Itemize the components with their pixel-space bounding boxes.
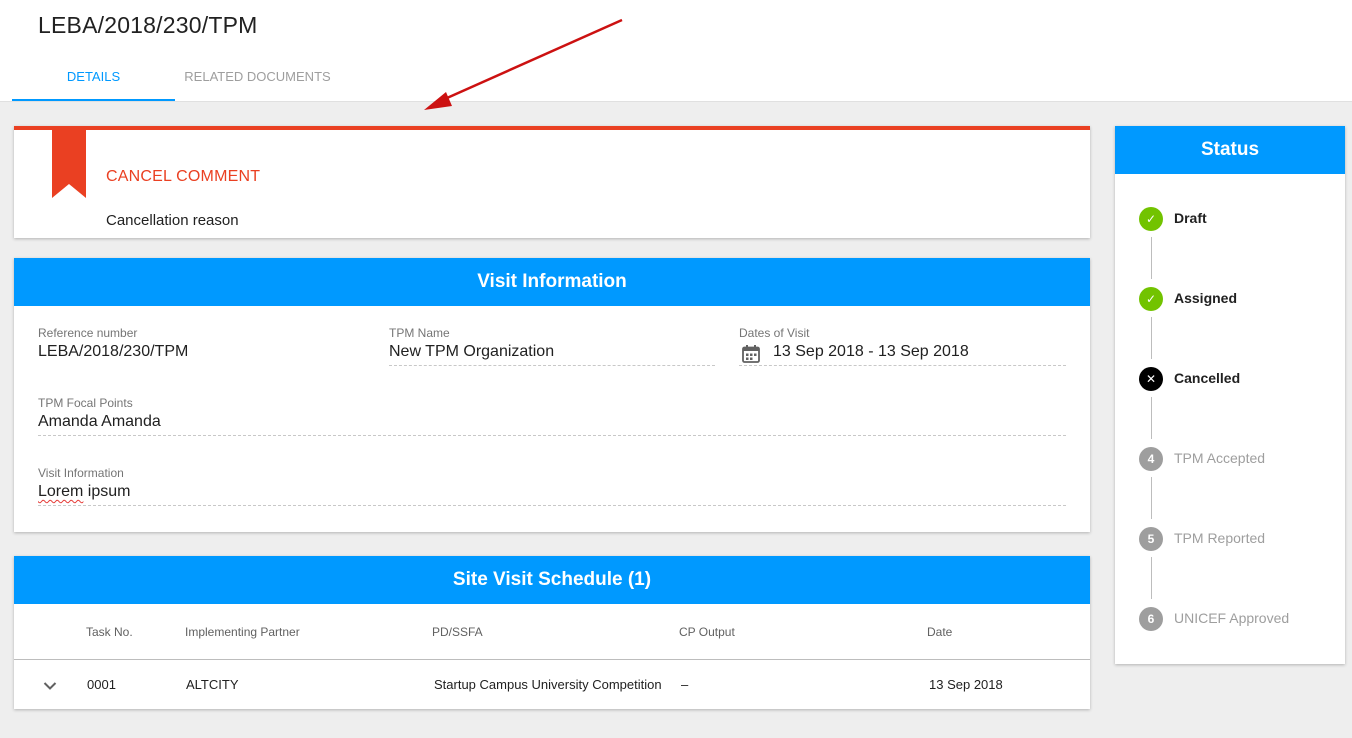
tpm-focal-points-field[interactable]: TPM Focal Points Amanda Amanda bbox=[38, 396, 1066, 436]
close-icon: ✕ bbox=[1139, 367, 1163, 391]
cell-cp-output: – bbox=[681, 677, 689, 692]
visit-information-value-rest: ipsum bbox=[83, 483, 131, 500]
cell-implementing-partner: ALTCITY bbox=[186, 677, 239, 692]
status-step-draft: ✓ Draft bbox=[1139, 207, 1339, 231]
status-step-label: UNICEF Approved bbox=[1174, 610, 1290, 626]
status-step-label: Draft bbox=[1174, 210, 1207, 226]
tpm-name-field[interactable]: TPM Name New TPM Organization bbox=[389, 326, 715, 366]
misspelled-word: Lorem bbox=[38, 483, 84, 500]
visit-information-field[interactable]: Visit Information Lorem ipsum bbox=[38, 466, 1066, 506]
status-step-label: TPM Reported bbox=[1174, 530, 1266, 546]
reference-number-value: LEBA/2018/230/TPM bbox=[38, 343, 189, 360]
visit-information-header: Visit Information bbox=[14, 258, 1090, 306]
cancel-comment-text: Cancellation reason bbox=[106, 212, 239, 229]
calendar-icon[interactable] bbox=[741, 344, 761, 364]
tpm-name-label: TPM Name bbox=[389, 326, 450, 340]
reference-number-label: Reference number bbox=[38, 326, 138, 340]
chevron-down-icon[interactable] bbox=[41, 677, 59, 695]
page-title: LEBA/2018/230/TPM bbox=[38, 12, 258, 38]
column-header-pd-ssfa[interactable]: PD/SSFA bbox=[432, 625, 483, 639]
cancel-comment-card: CANCEL COMMENT Cancellation reason bbox=[14, 126, 1090, 238]
tab-related-documents[interactable]: RELATED DOCUMENTS bbox=[175, 56, 340, 101]
visit-information-card: Visit Information Reference number LEBA/… bbox=[14, 258, 1090, 532]
cell-task-no: 0001 bbox=[87, 677, 116, 692]
check-icon: ✓ bbox=[1139, 207, 1163, 231]
status-step-label: Assigned bbox=[1174, 290, 1238, 306]
step-number-badge: 5 bbox=[1139, 527, 1163, 551]
status-step-unicef-approved: 6 UNICEF Approved bbox=[1139, 607, 1339, 631]
status-connector bbox=[1151, 477, 1152, 519]
page-header: LEBA/2018/230/TPM DETAILS RELATED DOCUME… bbox=[0, 0, 1352, 102]
step-number-badge: 6 bbox=[1139, 607, 1163, 631]
status-step-label: TPM Accepted bbox=[1174, 450, 1266, 466]
reference-number-field: Reference number LEBA/2018/230/TPM bbox=[38, 326, 364, 366]
status-step-tpm-accepted: 4 TPM Accepted bbox=[1139, 447, 1339, 471]
dates-of-visit-value: 13 Sep 2018 - 13 Sep 2018 bbox=[773, 343, 969, 360]
cell-pd-ssfa: Startup Campus University Competition bbox=[434, 677, 662, 692]
check-icon: ✓ bbox=[1139, 287, 1163, 311]
status-step-cancelled: ✕ Cancelled bbox=[1139, 367, 1339, 391]
tpm-name-value: New TPM Organization bbox=[389, 343, 555, 360]
dates-of-visit-field[interactable]: Dates of Visit 13 Sep 2018 - 13 Sep 2018 bbox=[739, 326, 1066, 366]
status-step-assigned: ✓ Assigned bbox=[1139, 287, 1339, 311]
status-connector bbox=[1151, 557, 1152, 599]
site-visit-schedule-card: Site Visit Schedule (1) Task No. Impleme… bbox=[14, 556, 1090, 709]
status-step-label: Cancelled bbox=[1174, 370, 1241, 386]
tab-details[interactable]: DETAILS bbox=[12, 56, 175, 101]
tpm-focal-points-value: Amanda Amanda bbox=[38, 413, 161, 430]
table-divider bbox=[14, 659, 1090, 660]
column-header-task-no[interactable]: Task No. bbox=[86, 625, 133, 639]
bookmark-icon bbox=[52, 126, 86, 198]
status-connector bbox=[1151, 237, 1152, 279]
visit-information-label: Visit Information bbox=[38, 466, 124, 480]
status-card: Status ✓ Draft ✓ Assigned ✕ Cancelled 4 … bbox=[1115, 126, 1345, 664]
dates-of-visit-label: Dates of Visit bbox=[739, 326, 810, 340]
status-connector bbox=[1151, 317, 1152, 359]
cell-date: 13 Sep 2018 bbox=[929, 677, 1003, 692]
tpm-focal-points-label: TPM Focal Points bbox=[38, 396, 133, 410]
cancel-comment-heading: CANCEL COMMENT bbox=[106, 168, 261, 185]
column-header-implementing-partner[interactable]: Implementing Partner bbox=[185, 625, 300, 639]
step-number-badge: 4 bbox=[1139, 447, 1163, 471]
site-visit-schedule-header: Site Visit Schedule (1) bbox=[14, 556, 1090, 604]
status-step-tpm-reported: 5 TPM Reported bbox=[1139, 527, 1339, 551]
visit-information-value: Lorem ipsum bbox=[38, 483, 130, 501]
column-header-cp-output[interactable]: CP Output bbox=[679, 625, 735, 639]
status-connector bbox=[1151, 397, 1152, 439]
column-header-date[interactable]: Date bbox=[927, 625, 952, 639]
status-header: Status bbox=[1115, 126, 1345, 174]
